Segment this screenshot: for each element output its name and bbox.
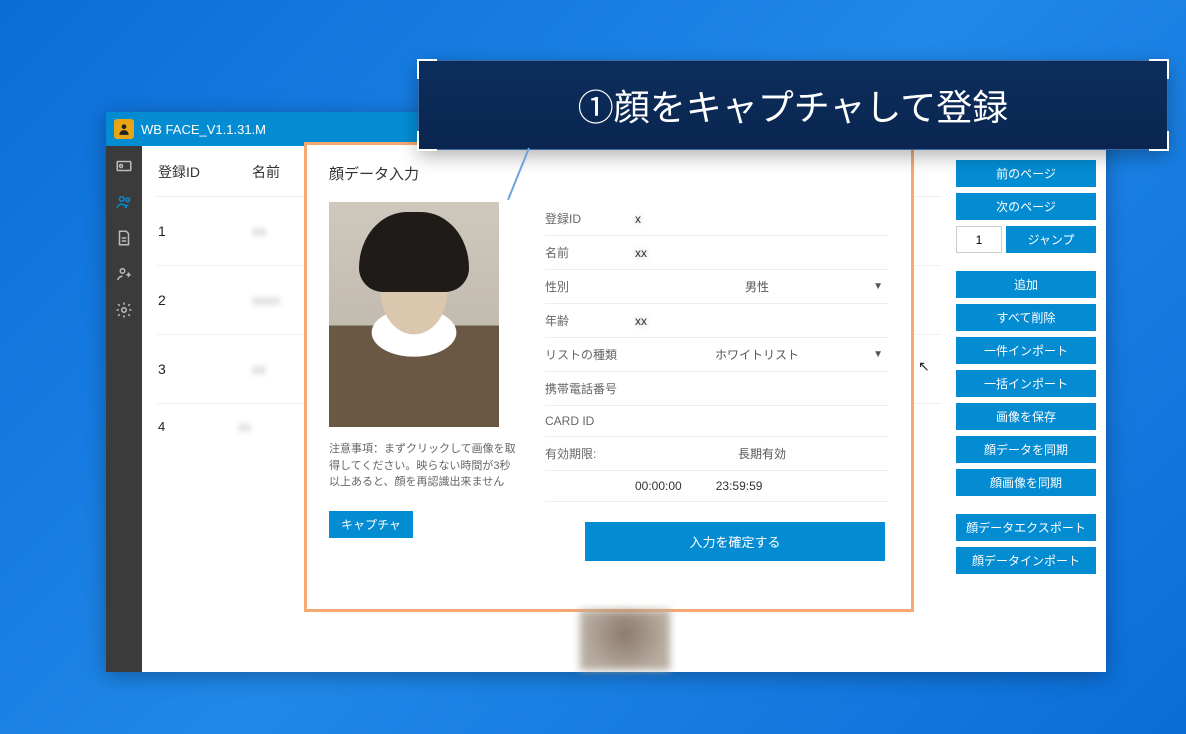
sidebar-users-icon[interactable] <box>112 190 136 214</box>
sidebar <box>106 146 142 672</box>
chevron-down-icon: ▼ <box>873 349 883 360</box>
chevron-down-icon: ▼ <box>873 281 883 292</box>
dialog-note: 注意事項：まずクリックして画像を取得してください。映らない時間が3秒以上あると、… <box>329 441 519 491</box>
app-title: WB FACE_V1.1.31.M <box>141 122 266 137</box>
cardid-label: CARD ID <box>545 414 625 428</box>
confirm-button[interactable]: 入力を確定する <box>585 522 885 561</box>
regid-field[interactable]: x <box>635 212 889 226</box>
dialog-title: 顔データ入力 <box>329 163 889 184</box>
capture-button[interactable]: キャプチャ <box>329 511 413 538</box>
page-input[interactable] <box>956 226 1002 253</box>
sidebar-adduser-icon[interactable] <box>112 262 136 286</box>
regid-label: 登録ID <box>545 210 625 227</box>
delete-all-button[interactable]: すべて削除 <box>956 304 1096 331</box>
cursor-icon: ↖ <box>918 358 930 375</box>
listtype-select[interactable]: ホワイトリスト ▼ <box>635 346 889 363</box>
sidebar-gear-icon[interactable] <box>112 298 136 322</box>
next-page-button[interactable]: 次のページ <box>956 193 1096 220</box>
validity-label: 有効期限: <box>545 445 625 462</box>
import-facedata-button[interactable]: 顔データインポート <box>956 547 1096 574</box>
validity-select[interactable]: 長期有効 <box>635 445 889 462</box>
gender-select[interactable]: 男性 ▼ <box>635 278 889 295</box>
age-field[interactable]: xx <box>635 314 889 328</box>
app-logo-icon <box>114 119 134 139</box>
col-id-header: 登録ID <box>158 162 218 182</box>
right-panel: 前のページ 次のページ ジャンプ 追加 すべて削除 一件インポート 一括インポー… <box>956 146 1106 672</box>
import-batch-button[interactable]: 一括インポート <box>956 370 1096 397</box>
sync-facedata-button[interactable]: 顔データを同期 <box>956 436 1096 463</box>
sidebar-document-icon[interactable] <box>112 226 136 250</box>
sync-faceimage-button[interactable]: 顔画像を同期 <box>956 469 1096 496</box>
thumbnail-image <box>580 610 670 670</box>
sidebar-card-icon[interactable] <box>112 154 136 178</box>
age-label: 年齢 <box>545 312 625 329</box>
time-from[interactable]: 00:00:00 <box>635 479 682 493</box>
prev-page-button[interactable]: 前のページ <box>956 160 1096 187</box>
listtype-label: リストの種類 <box>545 346 625 363</box>
add-button[interactable]: 追加 <box>956 271 1096 298</box>
callout-text: ①顔をキャプチャして登録 <box>578 79 1009 131</box>
face-data-dialog: 顔データ入力 注意事項：まずクリックして画像を取得してください。映らない時間が3… <box>304 142 914 612</box>
jump-button[interactable]: ジャンプ <box>1006 226 1096 253</box>
import-one-button[interactable]: 一件インポート <box>956 337 1096 364</box>
export-facedata-button[interactable]: 顔データエクスポート <box>956 514 1096 541</box>
face-preview-image <box>329 202 499 427</box>
name-label: 名前 <box>545 244 625 261</box>
save-image-button[interactable]: 画像を保存 <box>956 403 1096 430</box>
annotation-callout: ①顔をキャプチャして登録 <box>418 60 1168 150</box>
name-field[interactable]: xx <box>635 246 889 260</box>
gender-label: 性別 <box>545 278 625 295</box>
phone-label: 携帯電話番号 <box>545 380 625 397</box>
time-to[interactable]: 23:59:59 <box>716 479 763 493</box>
